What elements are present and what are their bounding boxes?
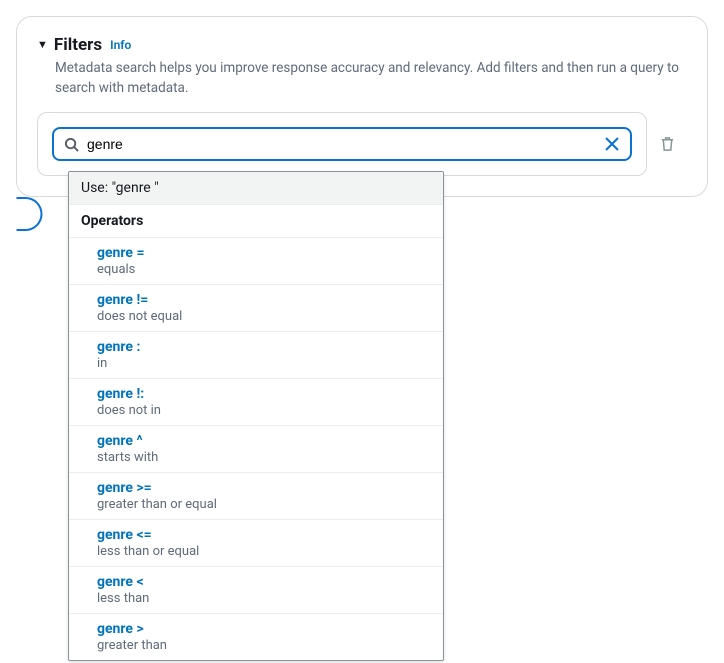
caret-down-icon: ▼ — [37, 39, 48, 50]
operator-desc: less than or equal — [97, 544, 431, 559]
operator-title: genre > — [97, 621, 431, 637]
operator-desc: does not in — [97, 403, 431, 418]
search-box[interactable] — [52, 127, 632, 161]
filters-header[interactable]: ▼ Filters Info — [37, 35, 687, 55]
trash-icon — [660, 136, 675, 152]
operator-title: genre !: — [97, 386, 431, 402]
search-input[interactable] — [79, 136, 604, 152]
operator-desc: equals — [97, 262, 431, 277]
operators-header: Operators — [69, 205, 443, 238]
operator-title: genre != — [97, 292, 431, 308]
operator-option[interactable]: genre :in — [69, 332, 443, 379]
operator-option[interactable]: genre ^starts with — [69, 426, 443, 473]
operator-title: genre = — [97, 245, 431, 261]
operator-option[interactable]: genre <less than — [69, 567, 443, 614]
filters-title: Filters — [54, 35, 102, 55]
operators-list: genre =equalsgenre !=does not equalgenre… — [69, 238, 443, 660]
operator-desc: less than — [97, 591, 431, 606]
search-dropdown: Use: "genre " Operators genre =equalsgen… — [68, 171, 444, 661]
operator-title: genre <= — [97, 527, 431, 543]
operator-title: genre : — [97, 339, 431, 355]
filters-panel: ▼ Filters Info Metadata search helps you… — [16, 16, 708, 197]
search-row — [37, 112, 687, 176]
info-link[interactable]: Info — [110, 38, 131, 52]
operator-option[interactable]: genre >greater than — [69, 614, 443, 660]
delete-filter-button[interactable] — [647, 136, 687, 152]
search-icon — [64, 137, 79, 152]
operator-desc: starts with — [97, 450, 431, 465]
operator-title: genre >= — [97, 480, 431, 496]
operator-option[interactable]: genre !=does not equal — [69, 285, 443, 332]
operator-option[interactable]: genre !:does not in — [69, 379, 443, 426]
operator-desc: greater than or equal — [97, 497, 431, 512]
add-filter-pill[interactable] — [17, 197, 43, 231]
operator-title: genre < — [97, 574, 431, 590]
clear-icon[interactable] — [604, 136, 620, 152]
operator-desc: in — [97, 356, 431, 371]
operator-desc: greater than — [97, 638, 431, 653]
filters-description: Metadata search helps you improve respon… — [55, 59, 687, 98]
use-suggestion[interactable]: Use: "genre " — [69, 172, 443, 205]
operator-desc: does not equal — [97, 309, 431, 324]
operator-option[interactable]: genre =equals — [69, 238, 443, 285]
operator-option[interactable]: genre >=greater than or equal — [69, 473, 443, 520]
operator-option[interactable]: genre <=less than or equal — [69, 520, 443, 567]
operator-title: genre ^ — [97, 433, 431, 449]
search-container — [37, 112, 647, 176]
